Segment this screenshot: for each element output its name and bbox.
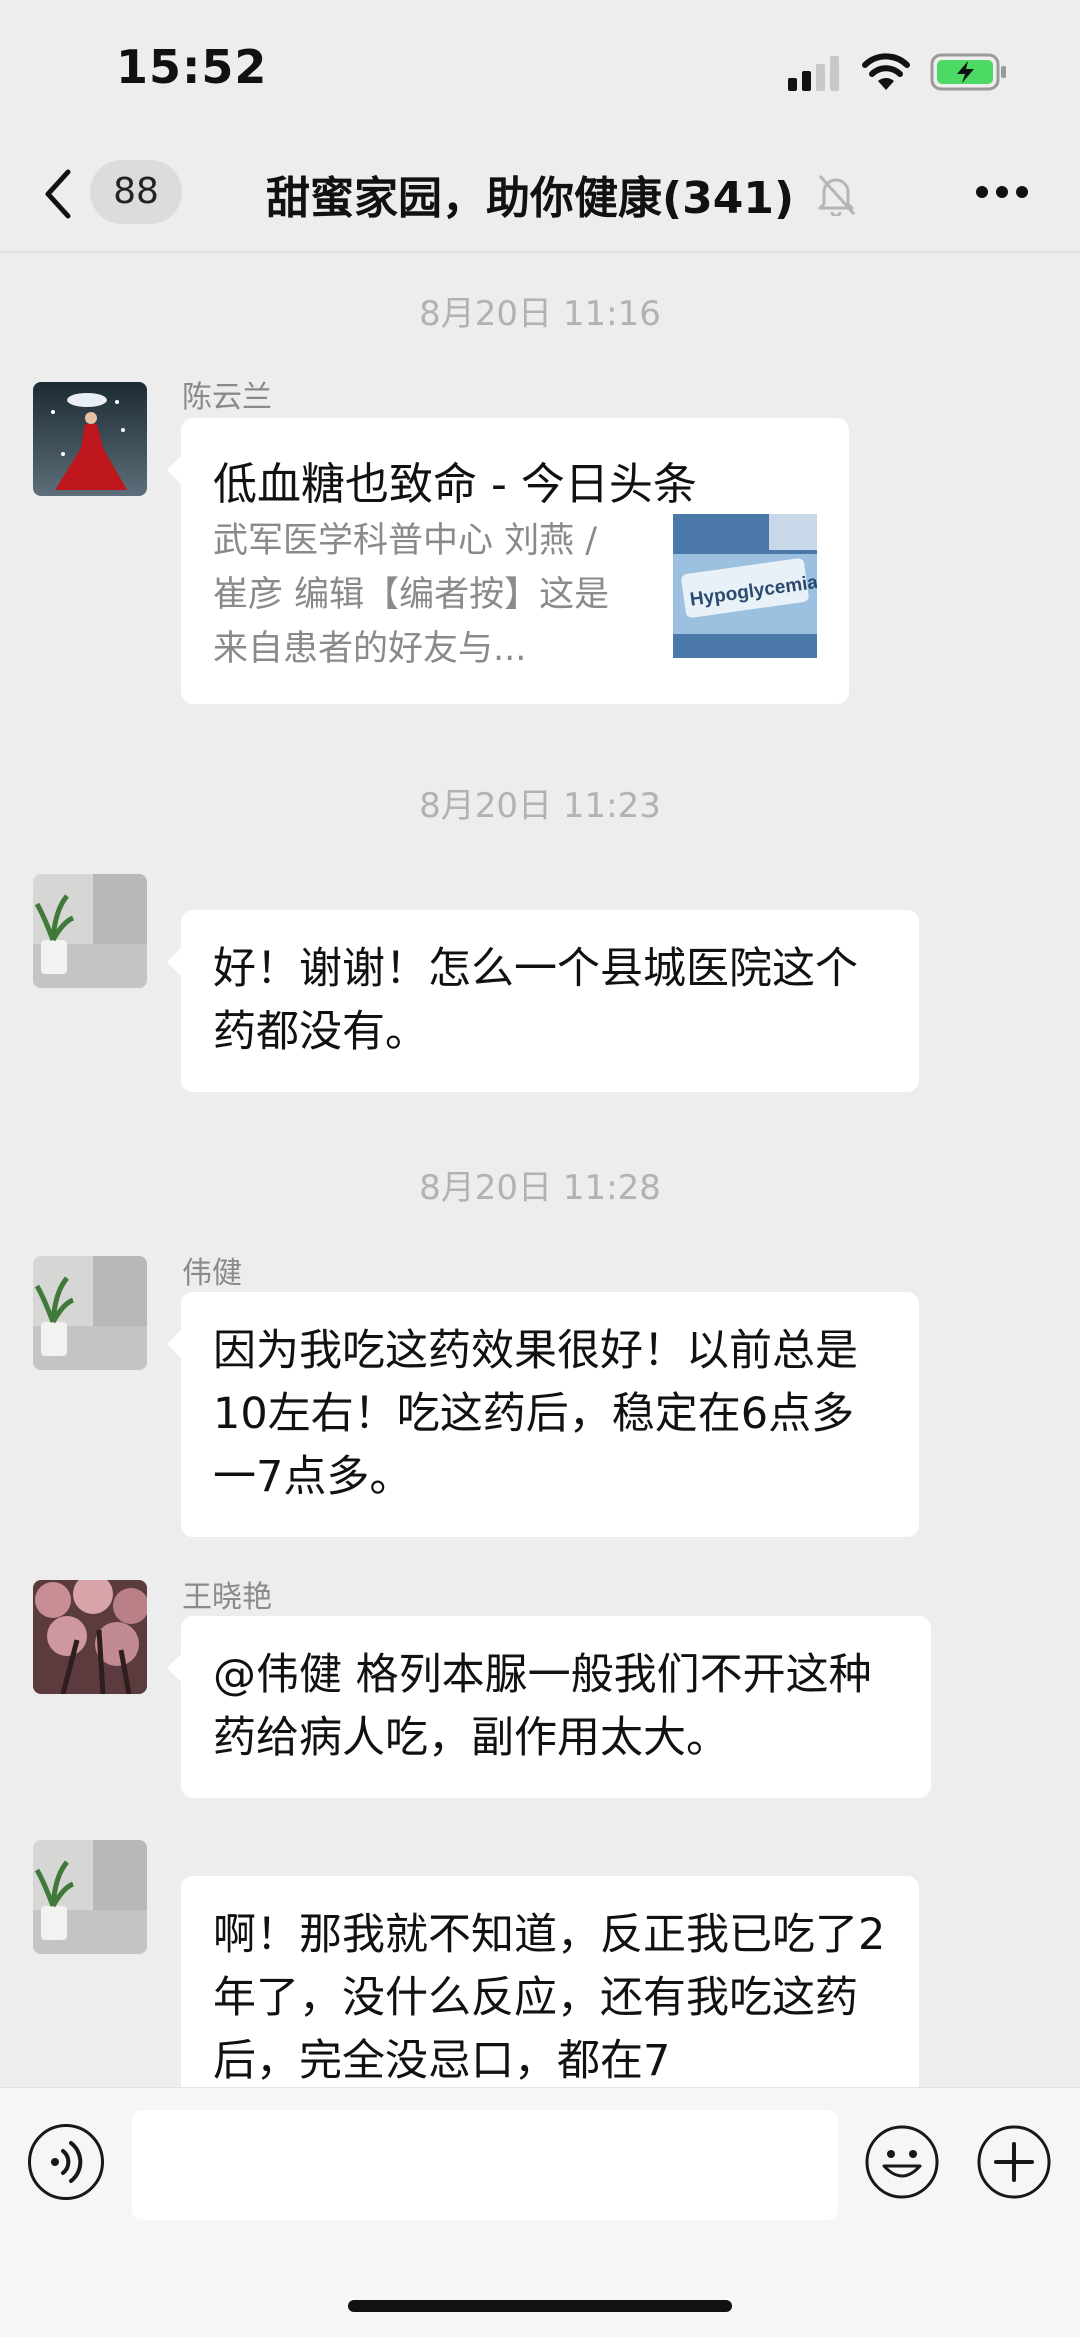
- status-time: 15:52: [116, 40, 268, 94]
- voice-icon: [51, 2141, 83, 2183]
- link-card-description: 武军医学科普中心 刘燕 / 崔彦 编辑【编者按】这是来自患者的好友与...: [213, 521, 610, 669]
- message-timestamp: 8月20日 11:28: [419, 1168, 661, 1208]
- message-timestamp: 8月20日 11:23: [419, 786, 661, 826]
- sender-name: 陈云兰: [182, 380, 272, 415]
- avatar[interactable]: [33, 1580, 147, 1694]
- emoji-icon[interactable]: [864, 2124, 940, 2200]
- message-bubble[interactable]: 好！谢谢！怎么一个县城医院这个药都没有。: [167, 910, 919, 1092]
- unread-count-badge[interactable]: 88: [90, 160, 182, 224]
- message-timestamp: 8月20日 11:16: [419, 294, 661, 334]
- wifi-icon: [862, 53, 910, 90]
- back-icon[interactable]: [40, 164, 76, 224]
- battery-icon: [930, 53, 1006, 91]
- avatar[interactable]: [33, 382, 147, 496]
- mute-icon: [818, 174, 856, 216]
- message-bubble[interactable]: 啊！那我就不知道，反正我已吃了2年了，没什么反应，还有我吃这药后，完全没忌口，都…: [181, 1876, 919, 2116]
- input-bar: [0, 2087, 1080, 2337]
- chat-header: 88 甜蜜家园，助你健康(341): [0, 140, 1080, 250]
- message-bubble[interactable]: 因为我吃这药效果很好！以前总是10左右！吃这药后，稳定在6点多一7点多。: [167, 1292, 919, 1537]
- avatar[interactable]: [33, 1840, 147, 1954]
- message-input[interactable]: [132, 2110, 838, 2220]
- avatar[interactable]: [33, 874, 147, 988]
- link-card[interactable]: 低血糖也致命 - 今日头条 武军医学科普中心 刘燕 / 崔彦 编辑【编者按】这是…: [167, 418, 849, 704]
- sender-name: 王晓艳: [182, 1580, 272, 1615]
- voice-button[interactable]: [28, 2124, 104, 2200]
- more-icon[interactable]: [975, 184, 1029, 200]
- status-bar: 15:52: [0, 0, 1080, 140]
- link-card-thumbnail: Hypoglycemia: [673, 514, 817, 658]
- header-divider: [0, 251, 1080, 253]
- avatar[interactable]: [33, 1256, 147, 1370]
- chat-title: 甜蜜家园，助你健康(341): [266, 173, 795, 224]
- signal-icon: [788, 56, 839, 91]
- plus-icon[interactable]: [976, 2124, 1052, 2200]
- message-bubble[interactable]: @伟健 格列本脲一般我们不开这种药给病人吃，副作用太大。: [167, 1616, 931, 1798]
- sender-name: 伟健: [182, 1256, 242, 1291]
- home-indicator: [348, 2300, 732, 2312]
- link-card-title: 低血糖也致命 - 今日头条: [213, 459, 697, 510]
